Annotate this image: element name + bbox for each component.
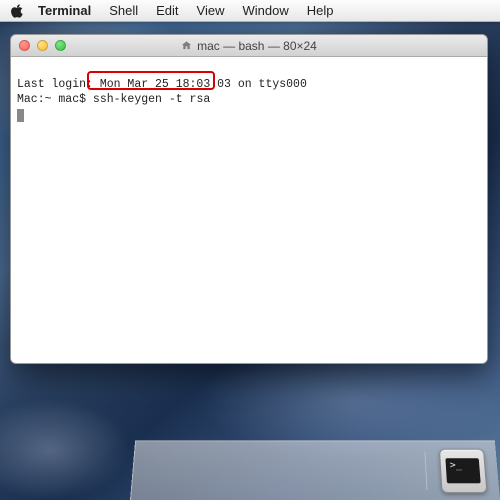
menubar-item-window[interactable]: Window [243, 3, 289, 18]
terminal-prompt-line: Mac:~ mac$ ssh-keygen -t rsa [17, 92, 481, 108]
menubar-item-shell[interactable]: Shell [109, 3, 138, 18]
terminal-icon-glyph: >_ [449, 460, 462, 471]
menubar-item-edit[interactable]: Edit [156, 3, 178, 18]
menubar-item-help[interactable]: Help [307, 3, 334, 18]
apple-logo-icon[interactable] [10, 4, 24, 18]
zoom-button[interactable] [55, 40, 66, 51]
traffic-lights [19, 40, 66, 51]
close-button[interactable] [19, 40, 30, 51]
menubar: Terminal Shell Edit View Window Help [0, 0, 500, 22]
menubar-item-view[interactable]: View [197, 3, 225, 18]
terminal-body[interactable]: Last login: Mon Mar 25 18:03:03 on ttys0… [11, 57, 487, 363]
dock-divider [424, 451, 427, 490]
window-titlebar[interactable]: mac — bash — 80×24 [11, 35, 487, 57]
dock: >_ [130, 428, 500, 500]
dock-surface: >_ [130, 440, 500, 500]
home-icon [181, 40, 192, 51]
minimize-button[interactable] [37, 40, 48, 51]
terminal-cursor [17, 109, 24, 122]
terminal-icon: >_ [445, 458, 480, 483]
window-title-text: mac — bash — 80×24 [197, 39, 317, 53]
terminal-command: ssh-keygen -t rsa [93, 93, 210, 106]
terminal-last-login: Last login: Mon Mar 25 18:03:03 on ttys0… [17, 77, 481, 93]
terminal-window[interactable]: mac — bash — 80×24 Last login: Mon Mar 2… [10, 34, 488, 364]
terminal-prompt: Mac:~ mac$ [17, 93, 93, 106]
dock-icon-terminal[interactable]: >_ [439, 448, 487, 492]
menubar-app-name[interactable]: Terminal [38, 3, 91, 18]
window-title: mac — bash — 80×24 [11, 39, 487, 53]
